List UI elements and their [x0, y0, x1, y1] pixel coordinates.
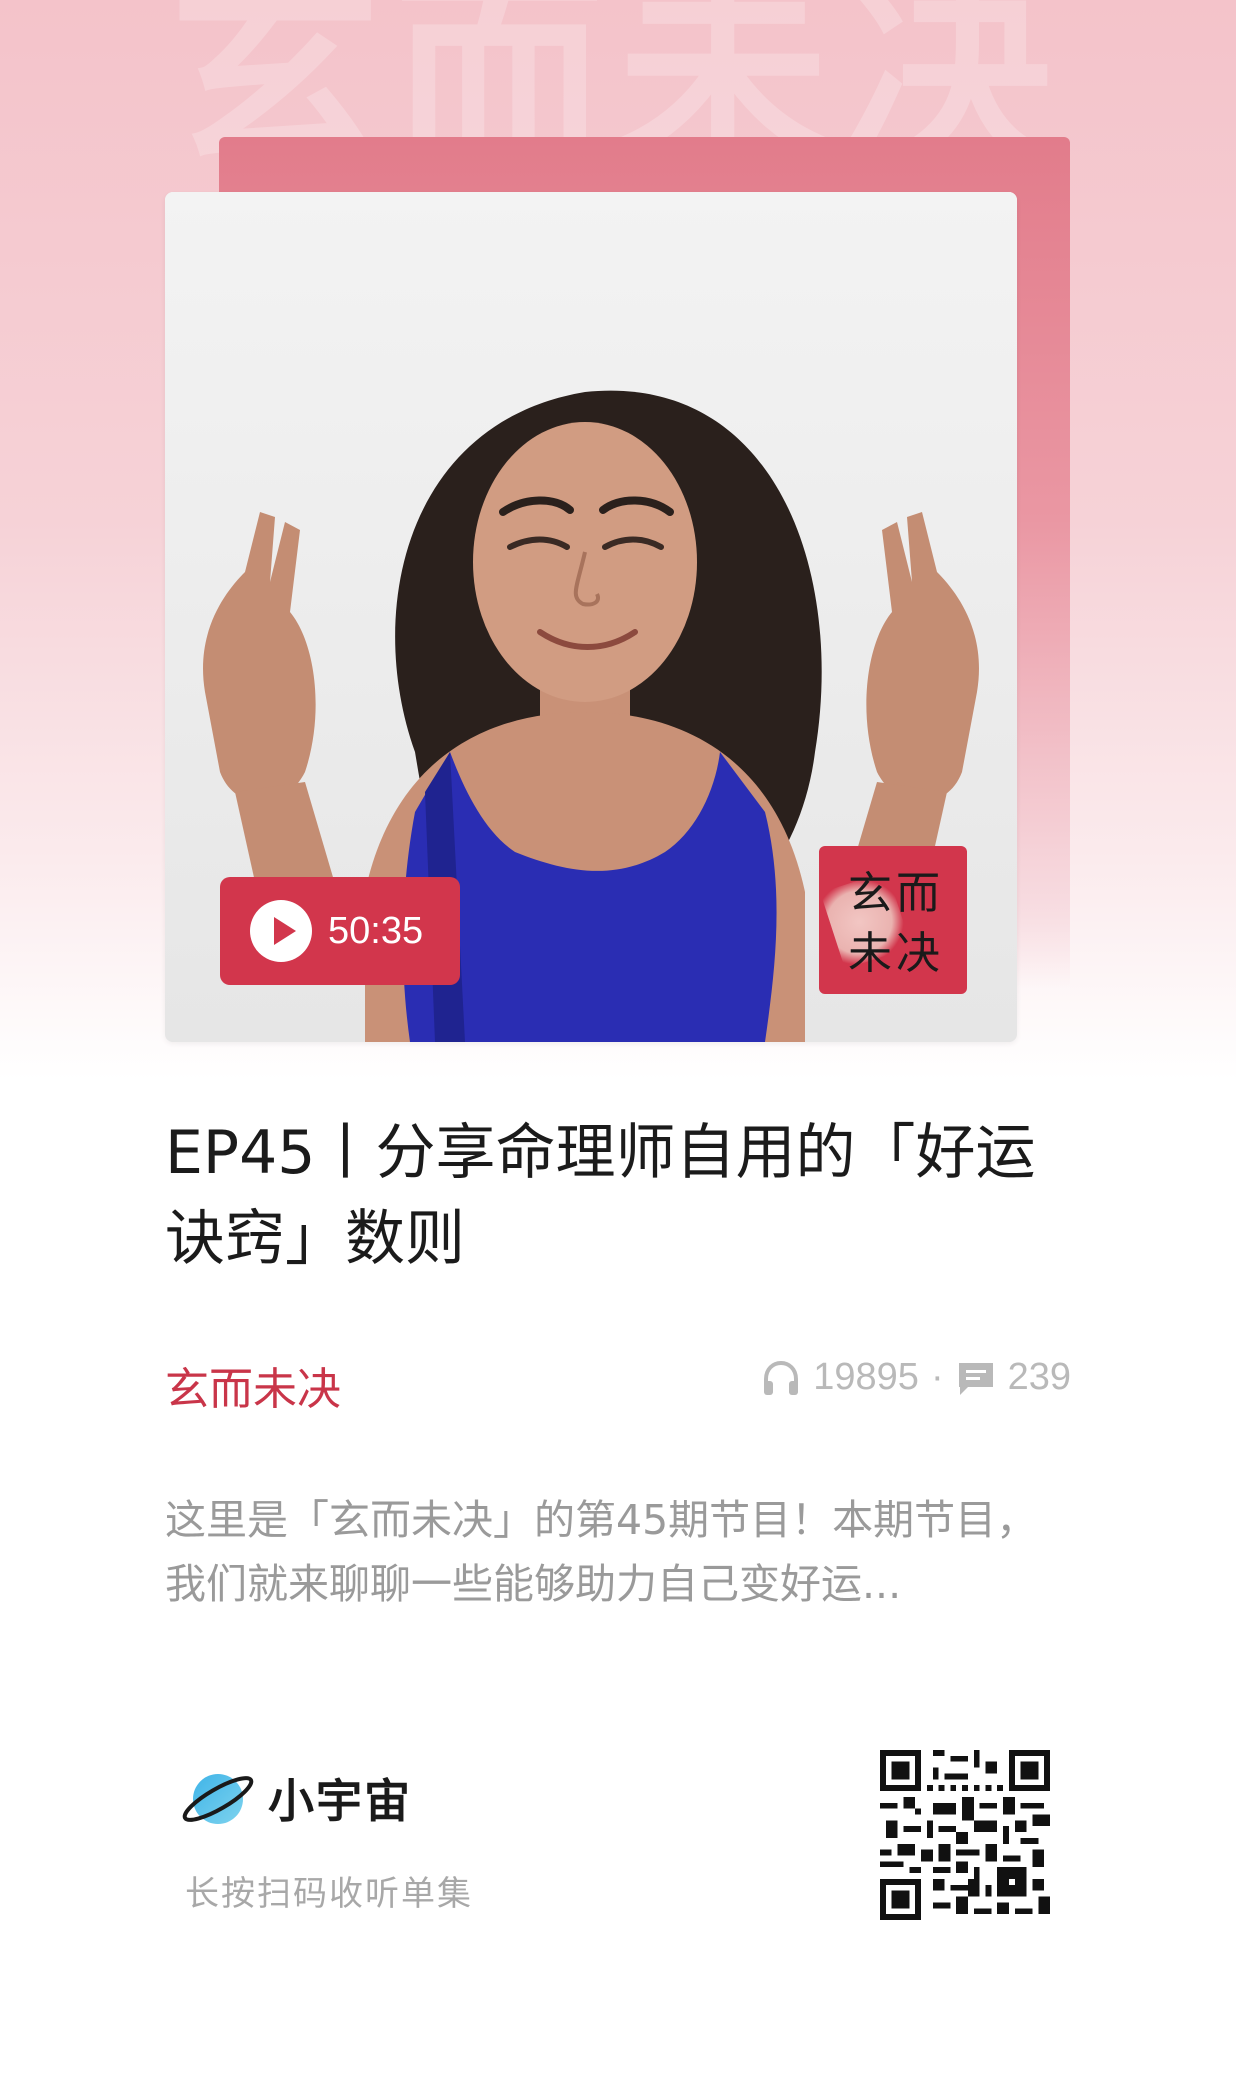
episode-title: EP45丨分享命理师自用的「好运诀窍」数则	[165, 1118, 1036, 1274]
play-count: 19895	[813, 1356, 919, 1398]
episode-description: 这里是「玄而未决」的第45期节目！本期节目，我们就来聊聊一些能够助力自己变好运.…	[165, 1496, 1038, 1608]
stats-separator: ·	[930, 1356, 944, 1398]
badge-text: 玄而 未决	[841, 864, 951, 984]
badge-line-1: 玄而	[848, 868, 944, 919]
episode-cover[interactable]: 50:35 玄而 未决	[165, 192, 1017, 1042]
brand-logo: 小宇宙	[178, 1763, 412, 1833]
badge-line-2: 未决	[848, 928, 944, 979]
xiaoyuzhou-logo-icon	[182, 1774, 254, 1824]
episode-stats: 19895 · 239	[761, 1356, 1071, 1399]
podcast-logo-badge: 玄而 未决	[819, 846, 967, 994]
comment-count: 239	[1007, 1356, 1071, 1398]
comment-icon	[958, 1362, 993, 1395]
play-icon	[250, 900, 312, 962]
scan-hint: 长按扫码收听单集	[185, 1874, 473, 1914]
qr-code[interactable]	[880, 1750, 1050, 1920]
episode-duration: 50:35	[328, 909, 424, 952]
play-button[interactable]: 50:35	[220, 877, 460, 985]
headphones-icon	[764, 1360, 799, 1395]
brand-name: 小宇宙	[268, 1774, 412, 1828]
podcast-name-link[interactable]: 玄而未决	[165, 1353, 341, 1417]
